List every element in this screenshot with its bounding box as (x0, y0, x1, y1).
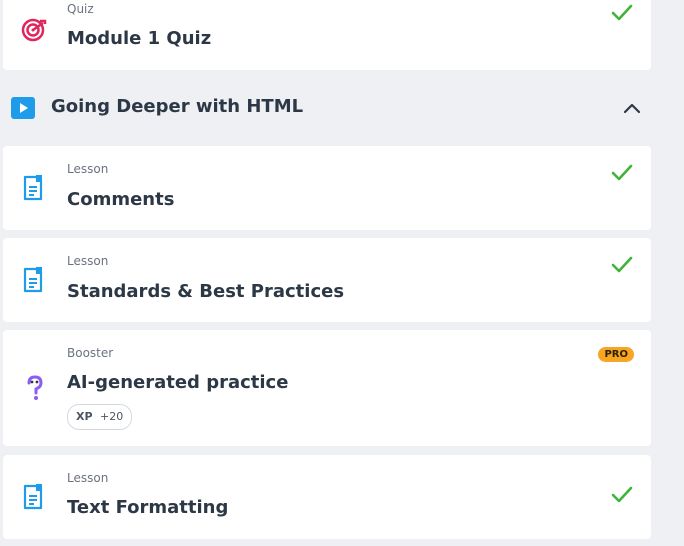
item-type-label: Quiz (67, 2, 94, 16)
xp-label: XP (76, 410, 93, 423)
target-icon (21, 15, 49, 43)
item-type-label: Lesson (67, 471, 109, 485)
check-icon (611, 2, 633, 24)
check-icon (611, 254, 633, 276)
item-type-label: Booster (67, 346, 114, 360)
check-icon (611, 484, 633, 506)
item-title: Text Formatting (67, 497, 229, 518)
lesson-document-icon (21, 266, 49, 294)
booster-card-ai-practice[interactable]: Booster AI-generated practice PRO XP +20 (3, 330, 651, 446)
section-header-going-deeper[interactable]: Going Deeper with HTML (0, 70, 651, 146)
pro-badge: PRO (598, 347, 634, 362)
chevron-up-icon[interactable] (622, 98, 642, 118)
lesson-card-text-formatting[interactable]: Lesson Text Formatting (3, 455, 651, 539)
lesson-card-standards[interactable]: Lesson Standards & Best Practices (3, 238, 651, 322)
xp-value: +20 (100, 410, 124, 423)
item-title: Module 1 Quiz (67, 28, 212, 49)
item-title: Standards & Best Practices (67, 281, 345, 302)
play-icon (11, 97, 35, 119)
lesson-card-comments[interactable]: Lesson Comments (3, 146, 651, 230)
item-type-label: Lesson (67, 162, 109, 176)
question-mark-icon (21, 374, 49, 402)
xp-reward-chip: XP +20 (67, 404, 133, 430)
lesson-document-icon (21, 174, 49, 202)
item-title: AI-generated practice (67, 372, 289, 393)
check-icon (611, 162, 633, 184)
item-title: Comments (67, 189, 175, 210)
item-type-label: Lesson (67, 254, 109, 268)
lesson-document-icon (21, 483, 49, 511)
quiz-card-module-1[interactable]: Quiz Module 1 Quiz (3, 0, 651, 70)
section-title: Going Deeper with HTML (51, 96, 304, 117)
